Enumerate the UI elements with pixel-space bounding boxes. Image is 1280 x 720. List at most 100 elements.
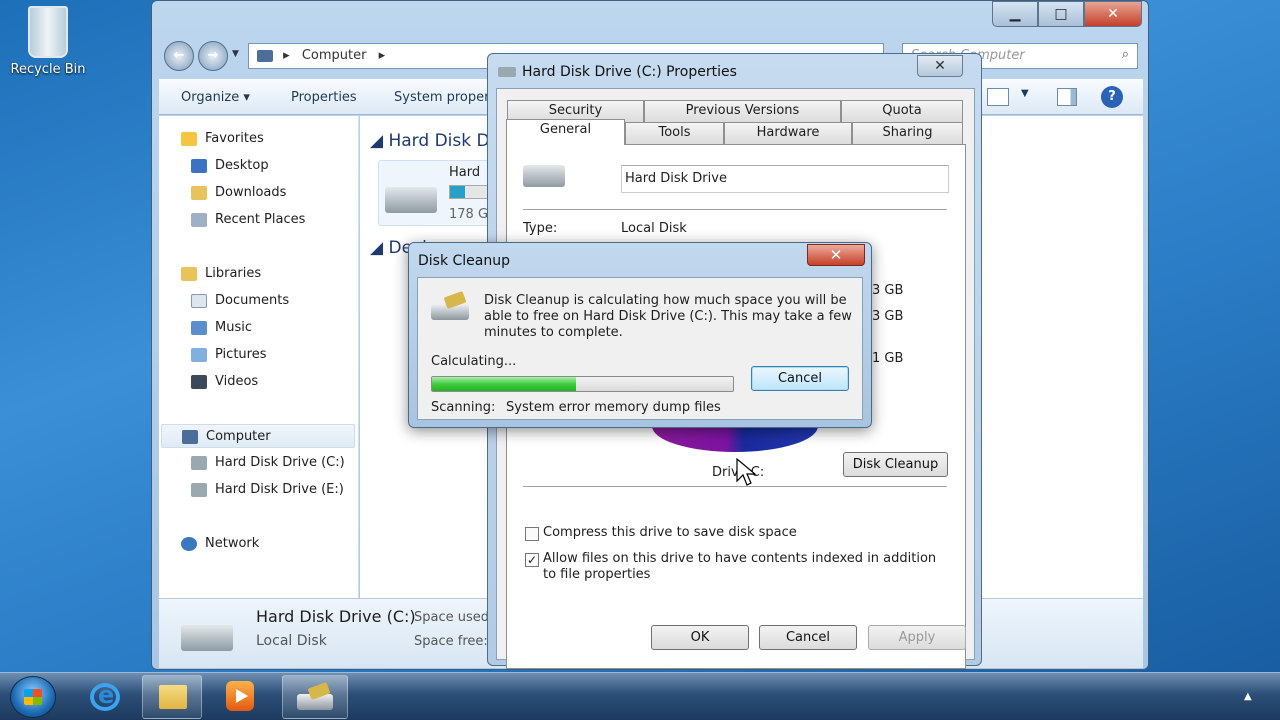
nav-network[interactable]: Network (181, 532, 259, 556)
tab-general[interactable]: General (506, 119, 625, 145)
maximize-button[interactable]: □ (1038, 1, 1084, 27)
mouse-cursor-icon (736, 458, 757, 486)
compress-label: Compress this drive to save disk space (543, 525, 797, 540)
scanning-value: System error memory dump files (506, 400, 721, 415)
pictures-icon (191, 347, 207, 362)
tab-quota[interactable]: Quota (841, 100, 963, 122)
window-controls: ▁ □ ✕ (992, 1, 1142, 27)
progress-fill (432, 377, 577, 391)
nav-pictures[interactable]: Pictures (191, 343, 266, 367)
disk-cleanup-taskbar-button[interactable] (282, 675, 348, 719)
type-value: Local Disk (621, 221, 687, 236)
taskbar: e ▲ (0, 672, 1280, 720)
details-drive-name: Hard Disk Drive (C:) (256, 607, 416, 626)
index-label: Allow files on this drive to have conten… (543, 551, 937, 582)
cancel-button[interactable]: Cancel (759, 625, 857, 650)
hard-drive-icon (385, 187, 437, 213)
details-space-free-label: Space free: (414, 634, 488, 649)
windows-logo-icon (24, 689, 42, 705)
system-properties-button[interactable]: System proper (394, 90, 489, 105)
nav-drive-c[interactable]: Hard Disk Drive (C:) (191, 451, 345, 475)
preview-pane-icon[interactable] (1057, 88, 1077, 106)
star-icon (181, 131, 197, 146)
breadcrumb-chevron-icon[interactable]: ▸ (379, 48, 386, 63)
folder-icon (159, 685, 187, 709)
nav-computer[interactable]: Computer (161, 424, 355, 448)
notification-chevron-icon[interactable]: ▲ (1244, 691, 1252, 702)
disk-cleanup-dialog: Disk Cleanup ✕ Disk Cleanup is calculati… (408, 242, 872, 428)
capacity-value: 1 GB (872, 351, 904, 366)
recycle-bin-label: Recycle Bin (10, 62, 86, 77)
recent-places-icon (191, 212, 207, 227)
properties-title: Hard Disk Drive (C:) Properties (522, 64, 737, 80)
hard-drive-icon (181, 625, 233, 651)
drive-label-input[interactable]: Hard Disk Drive (621, 165, 949, 193)
hard-drive-icon (523, 165, 565, 187)
scanning-label: Scanning: (431, 400, 496, 415)
close-button[interactable]: ✕ (1084, 1, 1142, 27)
documents-icon (191, 293, 207, 308)
nav-desktop[interactable]: Desktop (191, 154, 269, 178)
details-drive-type: Local Disk (256, 633, 327, 649)
minimize-button[interactable]: ▁ (992, 1, 1038, 27)
tab-sharing[interactable]: Sharing (852, 122, 963, 144)
properties-close-button[interactable]: ✕ (917, 55, 963, 77)
explorer-taskbar-button[interactable] (142, 675, 202, 719)
network-icon (181, 536, 197, 551)
organize-menu[interactable]: Organize ▾ (181, 90, 250, 105)
recycle-bin[interactable]: Recycle Bin (6, 6, 90, 77)
recent-pages-chevron-icon[interactable]: ▼ (232, 49, 239, 59)
view-options-icon[interactable] (987, 88, 1009, 106)
start-button[interactable] (10, 676, 56, 718)
ok-button[interactable]: OK (651, 625, 749, 650)
cleanup-close-button[interactable]: ✕ (807, 244, 865, 266)
apply-button[interactable]: Apply (868, 625, 966, 650)
music-icon (191, 320, 207, 335)
internet-explorer-icon[interactable]: e (84, 679, 126, 715)
view-chevron-icon[interactable]: ▼ (1021, 88, 1029, 99)
cleanup-progress-bar (431, 376, 734, 392)
divider (523, 209, 947, 210)
properties-button[interactable]: Properties (291, 90, 357, 105)
computer-icon (182, 429, 198, 444)
tab-previous-versions[interactable]: Previous Versions (644, 100, 841, 122)
compress-checkbox[interactable] (525, 527, 539, 541)
desktop-icon (191, 158, 207, 173)
nav-documents[interactable]: Documents (191, 289, 289, 313)
computer-icon (257, 49, 273, 62)
breadcrumb-chevron-icon[interactable]: ▸ (283, 48, 290, 63)
media-player-icon[interactable] (212, 677, 268, 717)
cleanup-status: Calculating... (431, 354, 517, 369)
nav-recent-places[interactable]: Recent Places (191, 208, 305, 232)
cleanup-cancel-button[interactable]: Cancel (751, 366, 849, 391)
help-icon[interactable]: ? (1101, 86, 1123, 108)
cleanup-message: Disk Cleanup is calculating how much spa… (484, 293, 852, 340)
nav-downloads[interactable]: Downloads (191, 181, 286, 205)
drive-tile-name: Hard (449, 165, 481, 180)
nav-music[interactable]: Music (191, 316, 252, 340)
details-space-used-label: Space used: (414, 610, 494, 625)
navigation-pane: Favorites Desktop Downloads Recent Place… (159, 116, 359, 598)
tab-tools[interactable]: Tools (625, 122, 724, 144)
search-icon: ⌕ (1121, 47, 1129, 62)
nav-libraries[interactable]: Libraries (181, 262, 261, 286)
cleanup-title: Disk Cleanup (418, 253, 511, 269)
tab-hardware[interactable]: Hardware (724, 122, 852, 144)
group-header-hard-disk[interactable]: ◢ Hard Disk Dr (370, 131, 497, 151)
index-checkbox[interactable]: ✓ (525, 553, 539, 567)
nav-drive-e[interactable]: Hard Disk Drive (E:) (191, 478, 344, 502)
hard-drive-icon (191, 455, 207, 470)
breadcrumb-computer[interactable]: Computer (302, 48, 367, 63)
back-button[interactable]: ← (164, 41, 194, 71)
nav-videos[interactable]: Videos (191, 370, 258, 394)
forward-button[interactable]: → (198, 41, 228, 71)
drive-tile-free: 178 G (449, 207, 489, 222)
free-space-value: 3 GB (872, 309, 904, 324)
disk-cleanup-button[interactable]: Disk Cleanup (843, 452, 948, 477)
used-space-value: 3 GB (872, 283, 904, 298)
nav-favorites[interactable]: Favorites (181, 127, 264, 151)
downloads-folder-icon (191, 185, 207, 200)
hard-drive-icon (191, 482, 207, 497)
libraries-icon (181, 266, 197, 281)
drive-c-tile[interactable]: Hard 178 G (378, 160, 496, 226)
